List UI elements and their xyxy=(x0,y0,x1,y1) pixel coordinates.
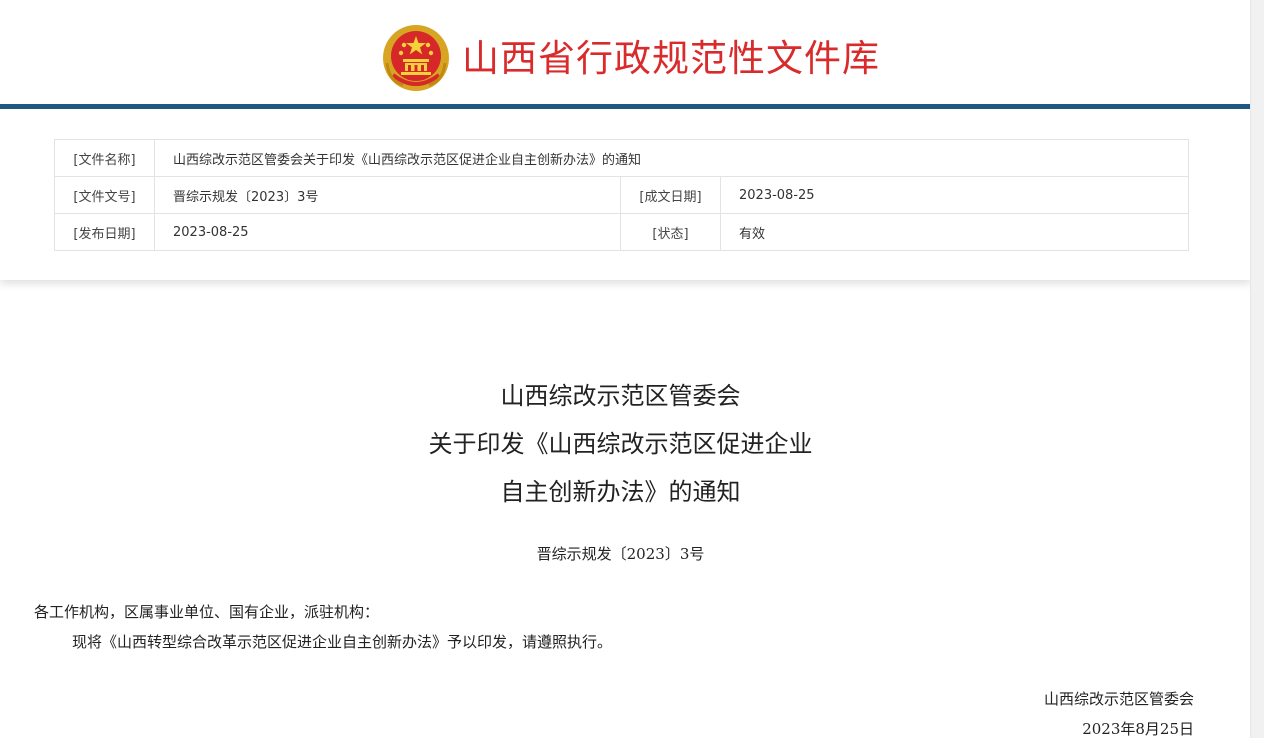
document-title: 山西综改示范区管委会 关于印发《山西综改示范区促进企业 自主创新办法》的通知 xyxy=(0,372,1241,516)
title-line: 自主创新办法》的通知 xyxy=(500,478,741,506)
publish-date-label: [发布日期] xyxy=(54,213,155,251)
page: 山西省行政规范性文件库 [文件名称] 山西综改示范区管委会关于印发《山西综改示范… xyxy=(0,0,1251,738)
table-row: [文件文号] 晋综示规发〔2023〕3号 [成文日期] 2023-08-25 xyxy=(54,176,1190,214)
metadata-table: [文件名称] 山西综改示范区管委会关于印发《山西综改示范区促进企业自主创新办法》… xyxy=(54,139,1190,251)
metadata-panel: [文件名称] 山西综改示范区管委会关于印发《山西综改示范区促进企业自主创新办法》… xyxy=(0,109,1251,280)
title-line: 山西综改示范区管委会 xyxy=(500,382,741,410)
site-title: 山西省行政规范性文件库 xyxy=(462,37,880,80)
recipients-line: 各工作机构，区属事业单位、国有企业，派驻机构： xyxy=(34,603,380,621)
sign-date: 2023年8月25日 xyxy=(1082,720,1194,738)
title-line: 关于印发《山西综改示范区促进企业 xyxy=(428,430,813,458)
written-date-label: [成文日期] xyxy=(620,176,721,214)
table-row: [发布日期] 2023-08-25 [状态] 有效 xyxy=(54,213,1190,251)
table-row: [文件名称] 山西综改示范区管委会关于印发《山西综改示范区促进企业自主创新办法》… xyxy=(54,139,1190,177)
signer-org: 山西综改示范区管委会 xyxy=(1043,690,1194,708)
publish-date-value: 2023-08-25 xyxy=(154,213,621,251)
status-label: [状态] xyxy=(620,213,721,251)
written-date-value: 2023-08-25 xyxy=(719,176,1190,214)
national-emblem-icon xyxy=(383,25,449,91)
file-name-label: [文件名称] xyxy=(54,139,155,177)
site-header: 山西省行政规范性文件库 xyxy=(0,0,1251,104)
file-number-value: 晋综示规发〔2023〕3号 xyxy=(154,176,621,214)
file-name-value: 山西综改示范区管委会关于印发《山西综改示范区促进企业自主创新办法》的通知 xyxy=(153,139,1190,177)
status-value: 有效 xyxy=(719,213,1190,251)
body-paragraph: 现将《山西转型综合改革示范区促进企业自主创新办法》予以印发，请遵照执行。 xyxy=(72,633,613,651)
vertical-scrollbar[interactable] xyxy=(1250,0,1264,738)
document-number: 晋综示规发〔2023〕3号 xyxy=(536,545,705,563)
file-number-label: [文件文号] xyxy=(54,176,155,214)
